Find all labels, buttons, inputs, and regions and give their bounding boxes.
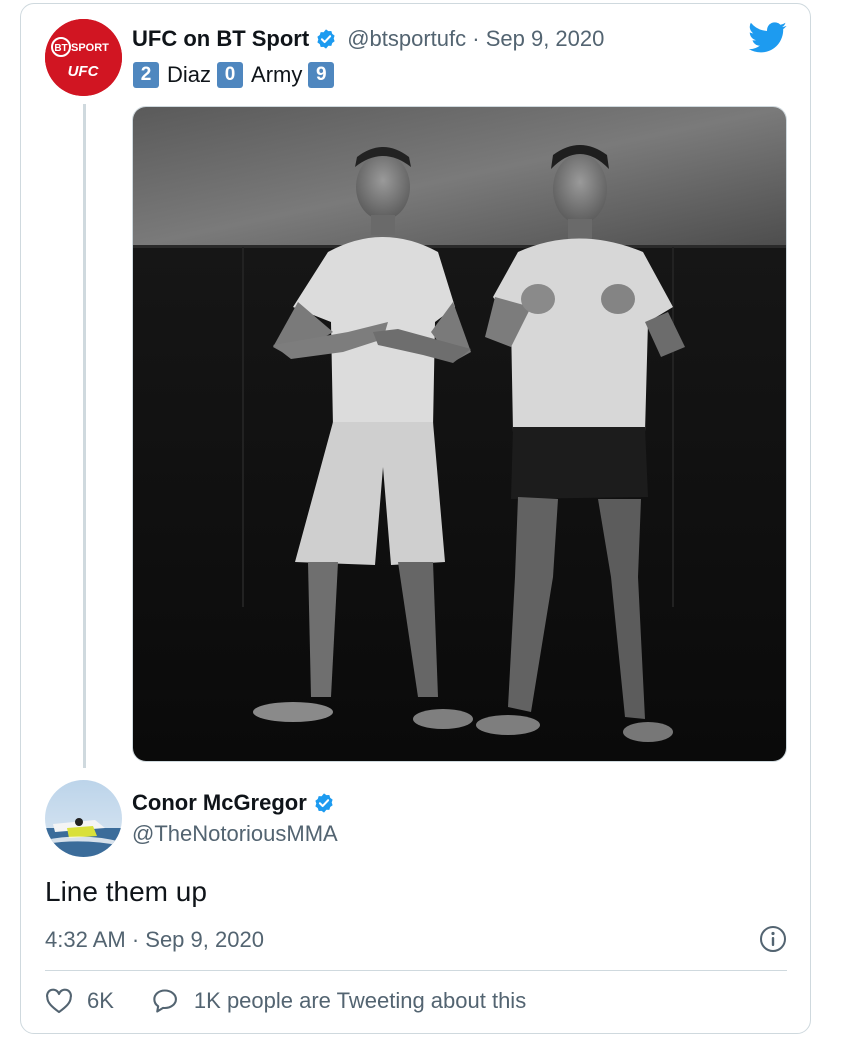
- fighter-name: Diaz: [167, 62, 212, 87]
- info-icon[interactable]: [759, 925, 787, 953]
- tweet-actions: 6K 1K people are Tweeting about this: [45, 988, 526, 1014]
- reply-tweet-text: Line them up: [45, 876, 207, 907]
- heart-icon: [46, 988, 72, 1014]
- photo-wall: [133, 107, 786, 247]
- btsport-avatar[interactable]: BT SPORT UFC: [45, 19, 122, 96]
- verified-badge-icon: [313, 792, 335, 814]
- reply-author-row: Conor McGregor: [132, 790, 335, 816]
- verified-badge-icon: [315, 28, 337, 50]
- speech-bubble-icon: [153, 989, 177, 1013]
- reply-author-name[interactable]: Conor McGregor: [132, 790, 307, 816]
- reply-timestamp[interactable]: 4:32 AM · Sep 9, 2020: [45, 927, 264, 953]
- tweet-photo[interactable]: [132, 106, 787, 762]
- keycap-0: 0: [217, 62, 244, 88]
- like-count: 6K: [87, 988, 114, 1013]
- opponent-name: Army: [251, 62, 303, 87]
- separator-dot: ·: [472, 26, 480, 51]
- tweet-date[interactable]: Sep 9, 2020: [486, 26, 605, 51]
- author-handle[interactable]: @btsportufc: [347, 26, 466, 51]
- divider: [45, 970, 787, 971]
- twitter-bird-icon[interactable]: [748, 22, 788, 54]
- conversation-link[interactable]: 1K people are Tweeting about this: [152, 988, 526, 1014]
- conversation-label[interactable]: 1K people are Tweeting about this: [194, 988, 526, 1014]
- handle-and-date[interactable]: @btsportufc · Sep 9, 2020: [347, 26, 604, 52]
- author-name[interactable]: UFC on BT Sport: [132, 26, 309, 52]
- score-line: 2 Diaz 0 Army 9: [133, 62, 335, 88]
- svg-text:SPORT: SPORT: [71, 42, 109, 54]
- reply-author-handle[interactable]: @TheNotoriousMMA: [132, 821, 338, 847]
- thread-connector-line: [83, 104, 86, 768]
- original-tweet-header: UFC on BT Sport @btsportufc · Sep 9, 202…: [132, 26, 604, 52]
- like-button[interactable]: 6K: [45, 988, 152, 1014]
- keycap-9: 9: [308, 62, 335, 88]
- keycap-2: 2: [133, 62, 159, 88]
- svg-text:UFC: UFC: [68, 63, 100, 80]
- svg-text:BT: BT: [54, 43, 67, 54]
- conor-mcgregor-avatar[interactable]: [45, 780, 122, 857]
